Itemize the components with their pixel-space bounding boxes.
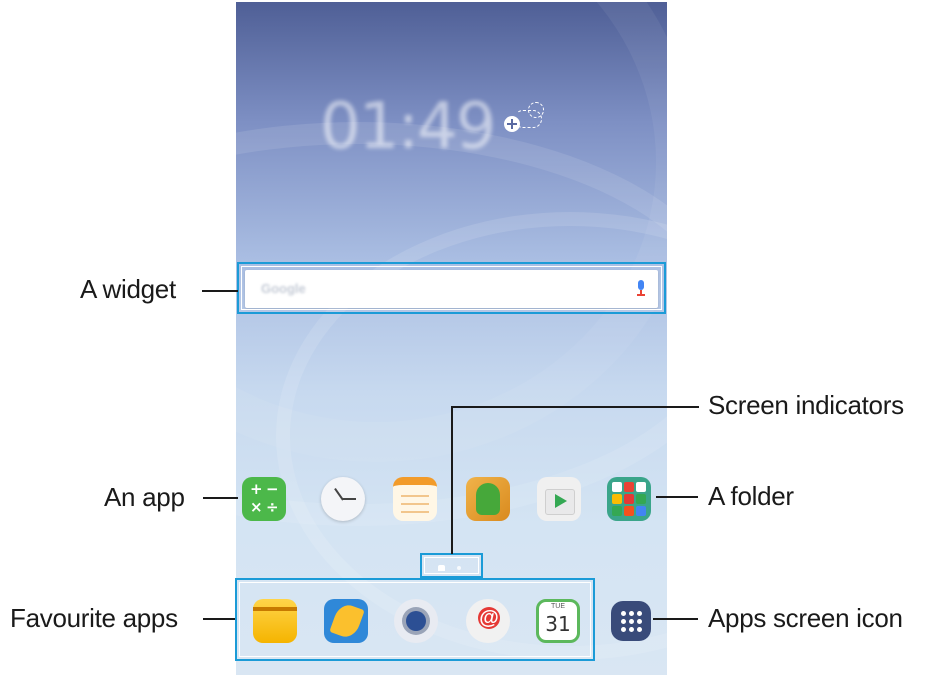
app-clock[interactable] [318,477,368,535]
add-weather-icon[interactable] [504,100,554,140]
favourites-highlight [235,578,595,661]
folder-leader [656,496,698,498]
indicators-callout: Screen indicators [708,390,904,420]
clock-icon [321,477,365,521]
plus-icon [504,116,520,132]
favourites-leader [203,618,235,620]
widget-leader [202,290,238,292]
apps-icon-leader [653,618,698,620]
favourites-callout: Favourite apps [10,603,178,633]
app-play-store[interactable] [534,477,584,535]
app-kids-mode[interactable] [463,477,513,535]
indicators-leader-h [452,406,699,408]
clock-widget-time[interactable]: 01:49 [320,90,496,164]
app-callout: An app [104,482,185,512]
app-calculator[interactable]: + − × ÷ [239,477,289,535]
google-folder-icon [607,477,651,521]
kids-mode-icon [466,477,510,521]
indicators-leader-v [451,406,453,554]
apps-grid-icon [611,601,651,641]
widget-highlight [237,262,666,314]
folder-callout: A folder [708,481,794,511]
apps-icon-callout: Apps screen icon [708,603,903,633]
widget-callout: A widget [80,274,176,304]
indicators-highlight [420,553,483,578]
app-memo[interactable] [390,477,440,535]
apps-screen-button[interactable] [606,601,656,641]
memo-icon [393,477,437,521]
folder-google[interactable] [604,477,654,535]
calculator-icon: + − × ÷ [242,477,286,521]
play-store-icon [537,477,581,521]
app-leader [203,497,238,499]
